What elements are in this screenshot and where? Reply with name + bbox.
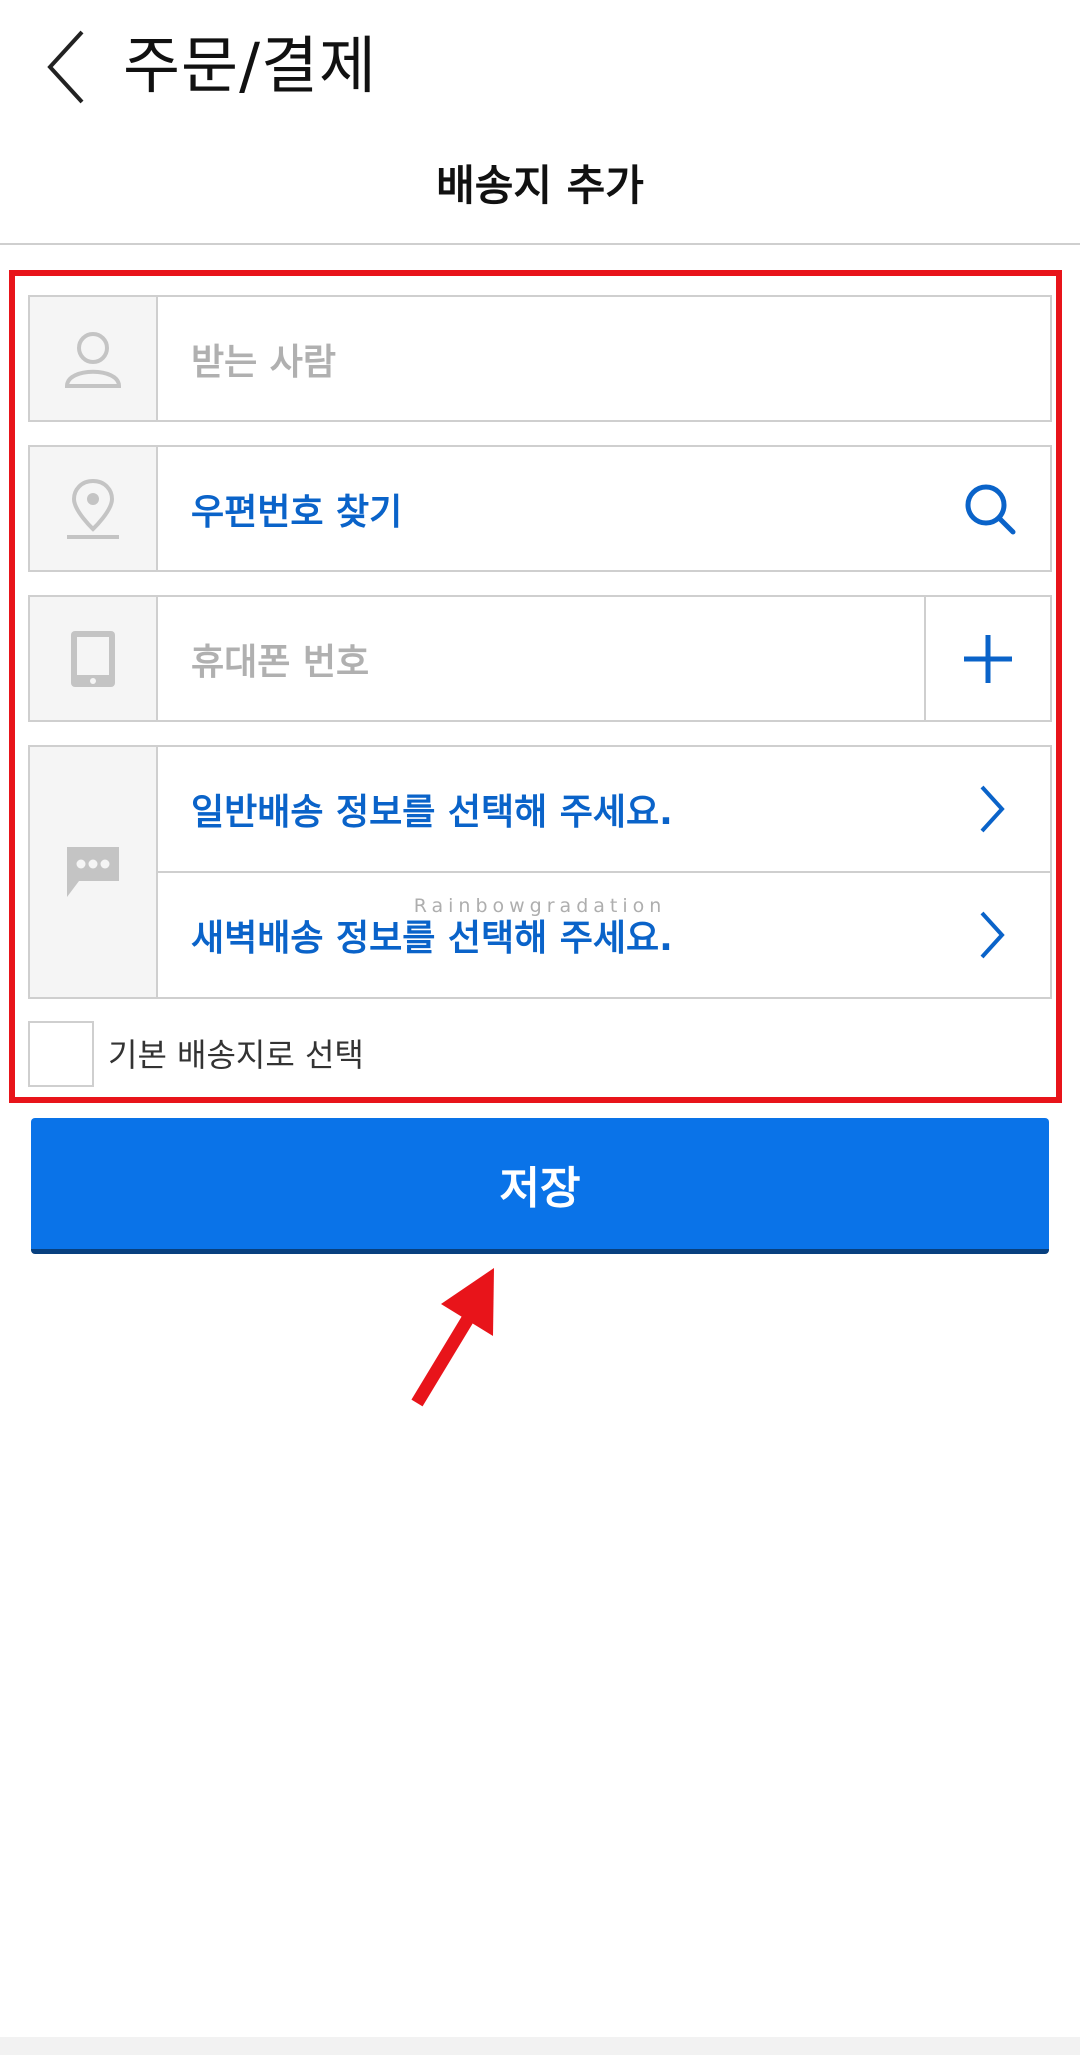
annotation-arrow	[411, 1268, 494, 1407]
chevron-left-icon	[47, 30, 84, 104]
back-button[interactable]	[30, 22, 110, 112]
highlight-frame	[9, 270, 1062, 1103]
save-button[interactable]: 저장	[31, 1118, 1049, 1254]
section-title: 배송지 추가	[436, 161, 644, 210]
page-title: 주문/결제	[123, 29, 378, 102]
bottom-bar	[0, 2037, 1080, 2055]
header-divider	[0, 243, 1080, 245]
